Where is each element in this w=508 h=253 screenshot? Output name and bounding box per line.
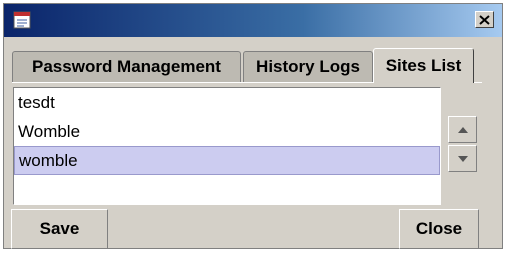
tab-password-management[interactable]: Password Management (12, 51, 241, 82)
move-up-button[interactable] (448, 116, 477, 143)
tab-strip: Password Management History Logs Sites L… (12, 48, 482, 83)
move-down-button[interactable] (448, 145, 477, 172)
tab-history-logs[interactable]: History Logs (243, 51, 373, 82)
list-item[interactable]: Womble (14, 117, 440, 146)
dialog-window: Password Management History Logs Sites L… (3, 3, 503, 249)
pencil-document-icon (12, 10, 32, 30)
list-item-selected[interactable]: womble (14, 146, 440, 175)
close-x-icon (479, 14, 490, 25)
title-bar[interactable] (4, 4, 502, 37)
list-item[interactable]: tesdt (14, 88, 440, 117)
save-button[interactable]: Save (11, 209, 108, 249)
tab-sites-list[interactable]: Sites List (373, 48, 474, 83)
sites-list[interactable]: tesdt Womble womble (13, 87, 441, 205)
close-window-button[interactable] (475, 11, 494, 28)
up-arrow-icon (457, 126, 468, 133)
close-button[interactable]: Close (399, 209, 479, 249)
down-arrow-icon (457, 155, 468, 162)
